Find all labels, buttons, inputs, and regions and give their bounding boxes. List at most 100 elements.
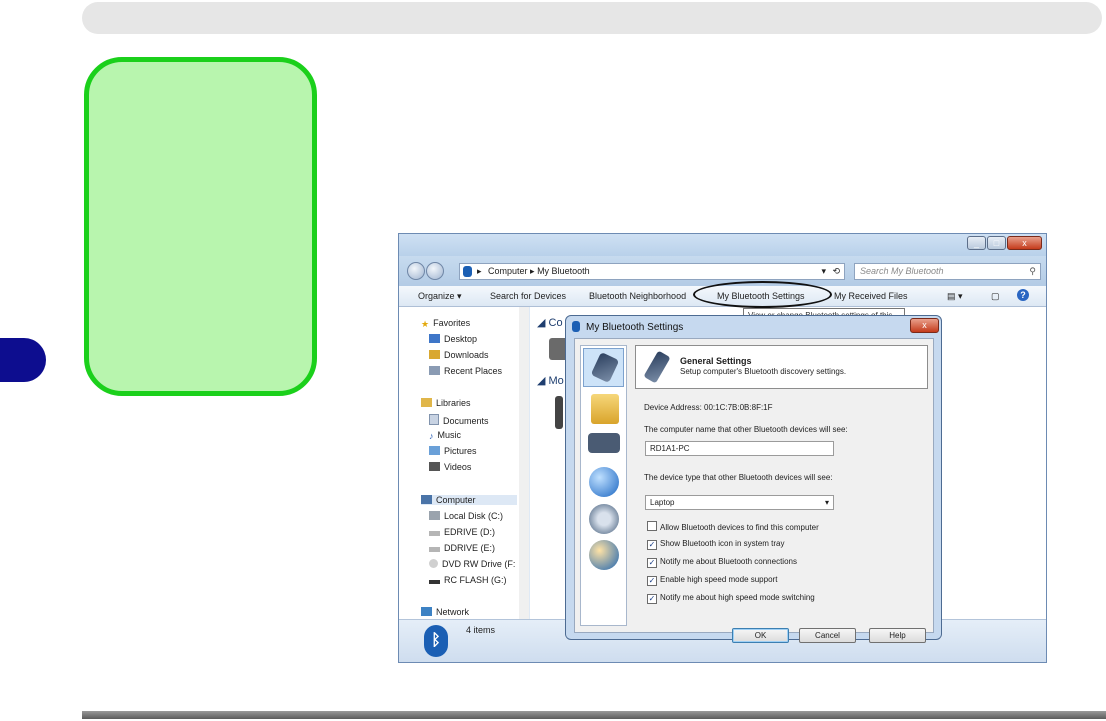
libraries-icon <box>421 398 432 407</box>
back-button[interactable] <box>407 262 425 280</box>
nav-label: Videos <box>444 462 472 472</box>
preview-pane-icon[interactable]: ▢ <box>991 291 1000 302</box>
nav-rc-flash[interactable]: RC FLASH (G:) <box>429 575 507 585</box>
nav-computer[interactable]: Computer <box>421 495 517 505</box>
nav-network[interactable]: Network <box>421 607 469 617</box>
nav-label: RC FLASH (G:) <box>444 575 507 585</box>
group-header-1: ◢ Co <box>537 317 563 329</box>
nav-edrive[interactable]: EDRIVE (D:) <box>429 527 495 537</box>
drive-icon <box>429 547 440 552</box>
maximize-button[interactable]: □ <box>987 236 1006 250</box>
bluetooth-icon <box>572 321 580 332</box>
downloads-icon <box>429 350 440 359</box>
item-count: 4 items <box>466 625 496 635</box>
page-header-bar <box>82 2 1102 34</box>
folder-icon[interactable] <box>591 394 619 424</box>
cancel-button[interactable]: Cancel <box>799 628 856 643</box>
help-icon[interactable]: ? <box>1017 289 1029 301</box>
ok-button[interactable]: OK <box>732 628 789 643</box>
my-received-files-button[interactable]: My Received Files <box>834 291 908 301</box>
nav-label: Pictures <box>444 446 477 456</box>
network-globe-icon[interactable] <box>589 540 619 570</box>
nav-favorites[interactable]: ★ Favorites <box>421 318 471 329</box>
dialog-close-button[interactable]: x <box>910 318 939 333</box>
breadcrumb-computer[interactable]: Computer <box>488 266 528 276</box>
music-icon: ♪ <box>429 431 434 441</box>
device-icon[interactable] <box>555 396 563 429</box>
search-input[interactable]: Search My Bluetooth ⚲ <box>854 263 1041 280</box>
chevron-right-icon: ▸ <box>530 266 538 276</box>
minimize-button[interactable]: _ <box>967 236 986 250</box>
chapter-tab <box>0 338 46 382</box>
settings-header-title: General Settings <box>680 356 752 366</box>
device-type-label: The device type that other Bluetooth dev… <box>644 473 833 482</box>
computer-name-input[interactable]: RD1A1-PC <box>645 441 834 456</box>
option-notify-high-speed[interactable]: ✓ Notify me about high speed mode switchi… <box>647 593 815 604</box>
breadcrumb-my-bluetooth[interactable]: My Bluetooth <box>537 266 590 276</box>
nav-desktop[interactable]: Desktop <box>429 334 477 344</box>
device-type-select[interactable]: Laptop ▾ <box>645 495 834 510</box>
nav-music[interactable]: ♪ Music <box>429 430 461 441</box>
nav-label: Local Disk (C:) <box>444 511 504 521</box>
nav-downloads[interactable]: Downloads <box>429 350 489 360</box>
settings-header-subtitle: Setup computer's Bluetooth discovery set… <box>680 367 847 376</box>
nav-recent-places[interactable]: Recent Places <box>429 366 502 376</box>
help-button[interactable]: Help <box>869 628 926 643</box>
nav-videos[interactable]: Videos <box>429 462 471 472</box>
flash-drive-icon <box>429 580 440 584</box>
documents-icon <box>429 414 439 425</box>
nav-label: Favorites <box>433 318 471 328</box>
nav-pictures[interactable]: Pictures <box>429 446 477 456</box>
dialog-title: My Bluetooth Settings <box>586 322 684 333</box>
refresh-icon[interactable]: ⟲ <box>832 264 840 279</box>
nav-label: Computer <box>436 495 476 505</box>
nav-label: Downloads <box>444 350 489 360</box>
checkbox[interactable]: ✓ <box>647 576 657 586</box>
navigation-pane: ★ Favorites Desktop Downloads Recent Plac… <box>399 307 520 619</box>
pictures-icon <box>429 446 440 455</box>
desktop-icon <box>429 334 440 343</box>
checkbox[interactable]: ✓ <box>647 594 657 604</box>
option-label: Enable high speed mode support <box>660 575 778 584</box>
checkbox[interactable]: ✓ <box>647 540 657 550</box>
chevron-down-icon[interactable]: ▾ <box>821 264 826 279</box>
checkbox[interactable] <box>647 521 657 531</box>
nav-label: Network <box>436 607 470 617</box>
option-notify-connections[interactable]: ✓ Notify me about Bluetooth connections <box>647 557 797 568</box>
search-for-devices-button[interactable]: Search for Devices <box>490 291 566 301</box>
bluetooth-logo-icon: ᛒ <box>424 625 448 657</box>
chevron-down-icon: ▾ <box>824 498 829 507</box>
address-row: ▸ Computer ▸ My Bluetooth ▾ ⟲ Search My … <box>399 256 1046 286</box>
speaker-icon[interactable] <box>589 504 619 534</box>
nav-ddrive[interactable]: DDRIVE (E:) <box>429 543 495 553</box>
serial-port-icon[interactable] <box>588 433 620 453</box>
window-close-button[interactable]: x <box>1007 236 1042 250</box>
option-label: Notify me about high speed mode switchin… <box>660 593 815 602</box>
option-show-tray-icon[interactable]: ✓ Show Bluetooth icon in system tray <box>647 539 785 550</box>
network-icon <box>421 607 432 616</box>
option-high-speed-support[interactable]: ✓ Enable high speed mode support <box>647 575 777 586</box>
forward-button[interactable] <box>426 262 444 280</box>
nav-label: DDRIVE (E:) <box>444 543 496 553</box>
group-header-2: ◢ Mo <box>537 375 564 387</box>
nav-documents[interactable]: Documents <box>429 414 489 426</box>
drive-icon <box>429 511 440 520</box>
nav-libraries[interactable]: Libraries <box>421 398 471 408</box>
bluetooth-settings-dialog: My Bluetooth Settings x General Settings… <box>565 315 942 643</box>
nav-local-disk[interactable]: Local Disk (C:) <box>429 511 503 521</box>
address-bar[interactable]: ▸ Computer ▸ My Bluetooth ▾ ⟲ <box>459 263 845 280</box>
dialog-body: General Settings Setup computer's Blueto… <box>574 338 934 643</box>
nav-dvd-drive[interactable]: DVD RW Drive (F: <box>429 559 515 569</box>
option-allow-discovery[interactable]: Allow Bluetooth devices to find this com… <box>647 521 819 532</box>
view-options-icon[interactable]: ▤ ▾ <box>947 291 963 302</box>
checkbox[interactable]: ✓ <box>647 558 657 568</box>
star-icon: ★ <box>421 319 430 329</box>
bluetooth-neighborhood-button[interactable]: Bluetooth Neighborhood <box>589 291 686 301</box>
chevron-right-icon: ▸ <box>477 266 482 276</box>
globe-icon[interactable] <box>589 467 619 497</box>
nav-scrollbar[interactable] <box>519 307 529 619</box>
device-type-value: Laptop <box>650 498 675 507</box>
bluetooth-explorer-screenshot: _ □ x ▸ Computer ▸ My Bluetooth ▾ ⟲ Sear… <box>398 233 1047 663</box>
settings-category-list <box>580 345 627 626</box>
organize-button[interactable]: Organize ▾ <box>418 291 462 302</box>
